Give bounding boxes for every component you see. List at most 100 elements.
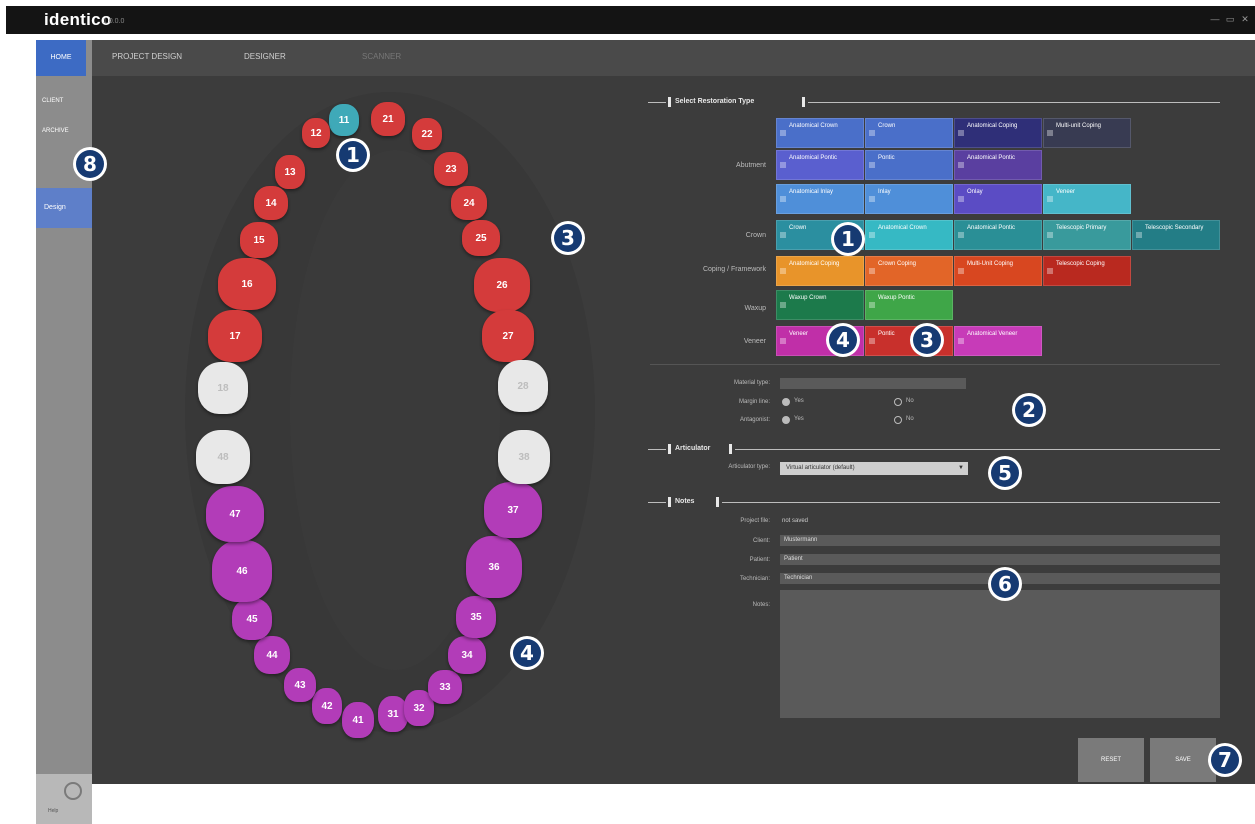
cell-crown[interactable]: Crown bbox=[865, 118, 953, 148]
tooth-47[interactable]: 47 bbox=[206, 486, 264, 542]
margin-no-radio[interactable] bbox=[894, 398, 902, 406]
tooth-15[interactable]: 15 bbox=[240, 222, 278, 258]
tooth-13[interactable]: 13 bbox=[275, 155, 305, 189]
sidebar-item-client[interactable]: CLIENT bbox=[42, 98, 63, 104]
tooth-22[interactable]: 22 bbox=[412, 118, 442, 150]
tooth-35[interactable]: 35 bbox=[456, 596, 496, 638]
tooth-25[interactable]: 25 bbox=[462, 220, 500, 256]
marker-2: 2 bbox=[1012, 393, 1046, 427]
sidebar-item-archive[interactable]: ARCHIVE bbox=[42, 128, 69, 134]
cell-anatomical-inlay[interactable]: Anatomical Inlay bbox=[776, 184, 864, 214]
notes-section-title: Notes bbox=[675, 498, 695, 505]
tooth-21[interactable]: 21 bbox=[371, 102, 405, 136]
tooth-48[interactable]: 48 bbox=[196, 430, 250, 484]
tab-project-design[interactable]: PROJECT DESIGN bbox=[112, 52, 182, 61]
cell-coping-anatomical[interactable]: Anatomical Coping bbox=[776, 256, 864, 286]
tooth-37[interactable]: 37 bbox=[484, 482, 542, 538]
title-bar: identico 1.0.0.0 — ▭ ✕ bbox=[6, 6, 1255, 34]
tooth-17[interactable]: 17 bbox=[208, 310, 262, 362]
section-line bbox=[808, 102, 1220, 103]
marker-6: 6 bbox=[988, 567, 1022, 601]
tab-scanner[interactable]: SCANNER bbox=[362, 52, 401, 61]
cell-anatomical-pontic[interactable]: Anatomical Pontic bbox=[776, 150, 864, 180]
cell-anatomical-crown[interactable]: Anatomical Crown bbox=[776, 118, 864, 148]
cell-inlay[interactable]: Inlay bbox=[865, 184, 953, 214]
articulator-section-title: Articulator bbox=[675, 445, 711, 452]
reset-button[interactable]: RESET bbox=[1078, 738, 1144, 782]
tooth-38[interactable]: 38 bbox=[498, 430, 550, 484]
cell-crown-anatomical[interactable]: Anatomical Crown bbox=[865, 220, 953, 250]
section-line bbox=[648, 449, 666, 450]
sidebar-tab-home[interactable]: HOME bbox=[36, 40, 86, 76]
margin-no-label: No bbox=[906, 398, 914, 404]
antagonist-yes-radio[interactable] bbox=[782, 416, 790, 424]
row-label-veneer: Veneer bbox=[743, 338, 766, 345]
help-panel[interactable]: Help bbox=[36, 774, 92, 824]
material-field[interactable] bbox=[780, 378, 966, 389]
minimize-icon[interactable]: — bbox=[1210, 14, 1220, 24]
tooth-16[interactable]: 16 bbox=[218, 258, 276, 310]
help-label: Help bbox=[48, 808, 59, 814]
cell-telescopic-secondary[interactable]: Telescopic Secondary bbox=[1132, 220, 1220, 250]
cell-onlay[interactable]: Onlay bbox=[954, 184, 1042, 214]
cell-anatomical-veneer[interactable]: Anatomical Veneer bbox=[954, 326, 1042, 356]
cell-multi-unit-coping[interactable]: Multi-unit Coping bbox=[1043, 118, 1131, 148]
tooth-41[interactable]: 41 bbox=[342, 702, 374, 738]
cell-anatomical-coping[interactable]: Anatomical Coping bbox=[954, 118, 1042, 148]
close-icon[interactable]: ✕ bbox=[1240, 14, 1250, 24]
antagonist-no-label: No bbox=[906, 416, 914, 422]
cell-pontic[interactable]: Pontic bbox=[865, 150, 953, 180]
articulator-select[interactable]: Virtual articulator (default) ▼ bbox=[780, 462, 968, 475]
tooth-18[interactable]: 18 bbox=[198, 362, 248, 414]
maximize-icon[interactable]: ▭ bbox=[1225, 14, 1235, 24]
tooth-14[interactable]: 14 bbox=[254, 186, 288, 220]
tooth-24[interactable]: 24 bbox=[451, 186, 487, 220]
section-tick bbox=[716, 497, 719, 507]
material-label: Material type: bbox=[733, 380, 770, 386]
client-field[interactable]: Mustermann bbox=[780, 535, 1220, 546]
tooth-27[interactable]: 27 bbox=[482, 310, 534, 362]
tooth-11[interactable]: 11 bbox=[329, 104, 359, 136]
marker-7: 7 bbox=[1208, 743, 1242, 777]
articulator-label: Articulator type: bbox=[728, 464, 770, 470]
tooth-12[interactable]: 12 bbox=[302, 118, 330, 148]
section-line bbox=[735, 449, 1220, 450]
notes-label: Notes: bbox=[752, 602, 770, 608]
cell-coping-multi-unit[interactable]: Multi-Unit Coping bbox=[954, 256, 1042, 286]
tab-designer[interactable]: DESIGNER bbox=[244, 52, 286, 61]
save-button[interactable]: SAVE bbox=[1150, 738, 1216, 782]
tooth-42[interactable]: 42 bbox=[312, 688, 342, 724]
notes-textarea[interactable] bbox=[780, 590, 1220, 718]
cell-waxup-crown[interactable]: Waxup Crown bbox=[776, 290, 864, 320]
patient-field[interactable]: Patient bbox=[780, 554, 1220, 565]
marker-3-chart: 3 bbox=[551, 221, 585, 255]
tooth-44[interactable]: 44 bbox=[254, 636, 290, 674]
antagonist-no-radio[interactable] bbox=[894, 416, 902, 424]
cell-crown-pontic[interactable]: Anatomical Pontic bbox=[954, 220, 1042, 250]
tooth-28[interactable]: 28 bbox=[498, 360, 548, 412]
tooth-36[interactable]: 36 bbox=[466, 536, 522, 598]
tooth-46[interactable]: 46 bbox=[212, 540, 272, 602]
articulator-value: Virtual articulator (default) bbox=[786, 465, 855, 471]
marker-1-panel: 1 bbox=[831, 222, 865, 256]
cell-coping-telescopic[interactable]: Telescopic Coping bbox=[1043, 256, 1131, 286]
margin-yes-radio[interactable] bbox=[782, 398, 790, 406]
row-label-abutment: Abutment bbox=[736, 162, 766, 169]
cell-abutment-veneer[interactable]: Veneer bbox=[1043, 184, 1131, 214]
tooth-43[interactable]: 43 bbox=[284, 668, 316, 702]
help-icon[interactable] bbox=[64, 782, 82, 800]
cell-waxup-pontic[interactable]: Waxup Pontic bbox=[865, 290, 953, 320]
sidebar-item-design[interactable]: Design bbox=[36, 188, 92, 228]
tooth-23[interactable]: 23 bbox=[434, 152, 468, 186]
tooth-45[interactable]: 45 bbox=[232, 598, 272, 640]
technician-label: Technician: bbox=[739, 576, 770, 582]
cell-anatomical-pontic-2[interactable]: Anatomical Pontic bbox=[954, 150, 1042, 180]
tooth-33[interactable]: 33 bbox=[428, 670, 462, 704]
section-tick bbox=[668, 497, 671, 507]
tooth-26[interactable]: 26 bbox=[474, 258, 530, 312]
chevron-down-icon: ▼ bbox=[958, 465, 964, 471]
cell-telescopic-primary[interactable]: Telescopic Primary bbox=[1043, 220, 1131, 250]
project-value: not saved bbox=[782, 518, 809, 524]
cell-coping-crown[interactable]: Crown Coping bbox=[865, 256, 953, 286]
tooth-34[interactable]: 34 bbox=[448, 636, 486, 674]
